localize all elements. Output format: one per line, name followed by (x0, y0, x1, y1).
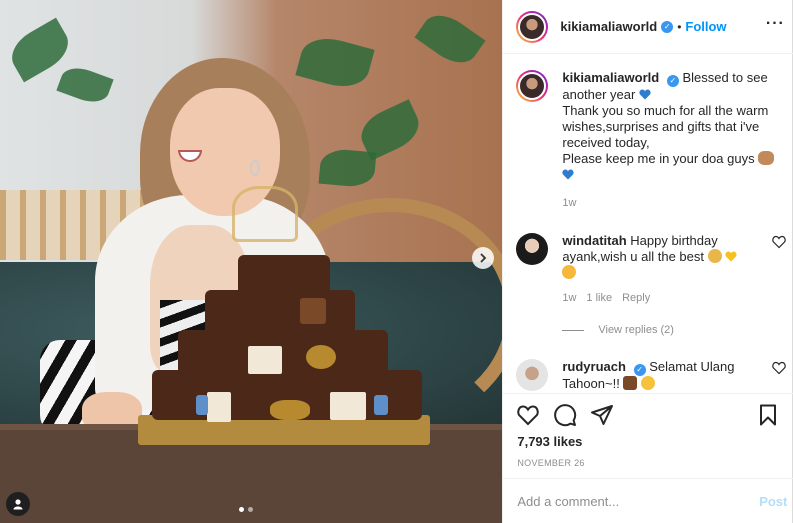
chevron-right-icon (480, 253, 487, 263)
instagram-post: kikiamaliaworld ✓ • Follow ··· kikiamali… (0, 0, 793, 523)
cake-tier (238, 255, 330, 295)
reply-button[interactable]: Reply (622, 290, 650, 306)
kiss-face-icon (562, 265, 577, 279)
cake-icon (623, 376, 638, 390)
open-hands-icon (758, 151, 775, 165)
party-face-icon (641, 376, 656, 390)
blue-heart-icon (562, 169, 574, 180)
slide-indicator (239, 507, 253, 512)
commenter-username[interactable]: windatitah (562, 233, 626, 248)
commenter-username[interactable]: rudyruach (562, 359, 626, 374)
white-chocolate (207, 392, 231, 422)
comment-time[interactable]: 1w (562, 290, 576, 306)
chocolate-piece (300, 298, 326, 324)
earring (250, 160, 260, 176)
caption-username[interactable]: kikiamaliaworld (562, 70, 659, 85)
blue-wrapper (196, 395, 208, 415)
next-slide-button[interactable] (472, 247, 494, 269)
post-date[interactable]: NOVEMBER 26 (517, 458, 584, 468)
comment-item: windatitah Happy birthday ayank,wish u a… (516, 233, 787, 306)
like-heart-icon[interactable] (516, 403, 540, 427)
comment-bubble-icon[interactable] (553, 403, 577, 427)
caption-line-2: Thank you so much for all the warm wishe… (562, 103, 769, 150)
action-bar (503, 393, 793, 433)
cake-tier (178, 330, 388, 375)
likes-count[interactable]: 7,793 likes (517, 434, 582, 449)
chocolate-piece (270, 400, 310, 420)
verified-badge-icon: ✓ (633, 364, 646, 376)
post-image[interactable] (0, 0, 503, 523)
blue-heart-icon (639, 89, 651, 100)
post-side-panel: kikiamaliaworld ✓ • Follow ··· kikiamali… (502, 0, 793, 523)
heart-outline-icon[interactable] (772, 361, 787, 375)
share-paper-plane-icon[interactable] (590, 403, 614, 427)
commenter-avatar[interactable] (516, 233, 549, 265)
post-comment-button[interactable]: Post (759, 494, 787, 509)
caption-line-3: Please keep me in your doa guys (562, 151, 755, 166)
white-chocolate (330, 392, 366, 420)
comment-input[interactable] (517, 493, 760, 509)
blue-wrapper (374, 395, 388, 415)
folded-hands-icon (707, 249, 722, 263)
comments-section[interactable]: kikiamaliaworld ✓ Blessed to see another… (503, 55, 793, 392)
author-avatar[interactable] (516, 10, 549, 43)
cake-topper (232, 186, 298, 242)
comment-item: rudyruach ✓ Selamat Ulang Tahoon~!! (516, 359, 787, 392)
cake-tier (205, 290, 355, 335)
chocolate-piece (306, 345, 336, 369)
header-separator: • (677, 19, 682, 34)
divider-line (562, 329, 585, 331)
author-username[interactable]: kikiamaliaworld (560, 19, 657, 34)
caption-avatar[interactable] (516, 70, 549, 102)
comment-likes[interactable]: 1 like (586, 290, 612, 306)
slide-dot-active (239, 507, 244, 512)
white-chocolate (248, 346, 282, 374)
view-replies-label: View replies (2) (598, 324, 674, 336)
follow-button[interactable]: Follow (685, 19, 726, 34)
verified-badge-icon: ✓ (666, 75, 679, 87)
view-replies-button[interactable]: View replies (2) (562, 324, 674, 336)
post-caption: kikiamaliaworld ✓ Blessed to see another… (516, 70, 786, 211)
save-bookmark-icon[interactable] (756, 403, 780, 427)
add-comment-bar: Post (503, 478, 793, 523)
slide-dot (248, 507, 253, 512)
more-options-icon[interactable]: ··· (763, 12, 787, 36)
yellow-heart-icon (725, 251, 737, 262)
caption-time[interactable]: 1w (562, 195, 784, 211)
tagged-users-button[interactable] (6, 492, 30, 516)
post-header: kikiamaliaworld ✓ • Follow ··· (503, 0, 793, 54)
heart-outline-icon[interactable] (772, 235, 787, 249)
user-icon (13, 499, 23, 510)
verified-badge-icon: ✓ (661, 20, 674, 33)
commenter-avatar[interactable] (516, 359, 549, 391)
